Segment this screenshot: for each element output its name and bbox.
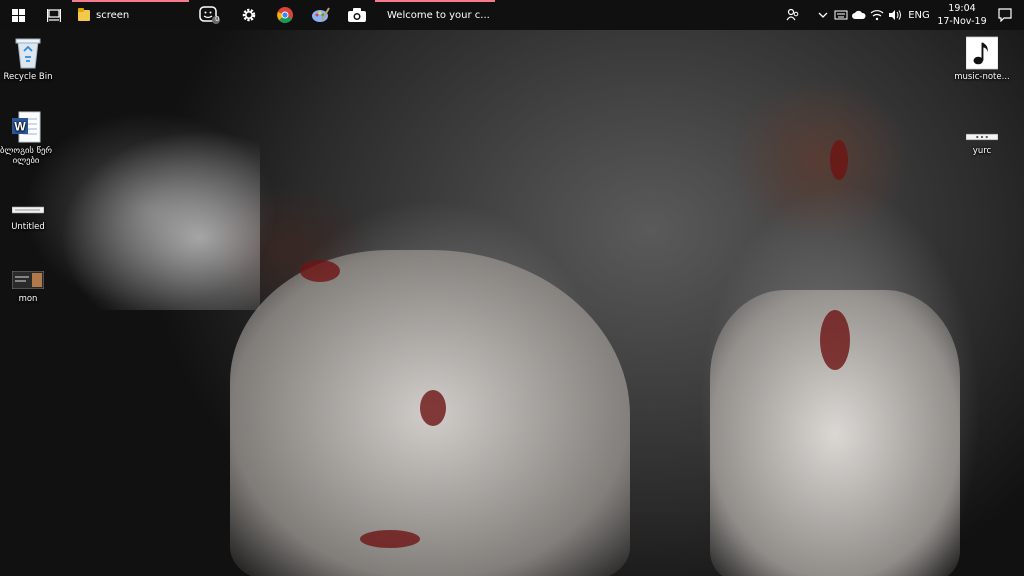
wallpaper-detail [820,310,850,370]
music-note-icon [966,36,998,70]
network-button[interactable] [868,0,886,30]
taskbar-app-chrome-window[interactable]: Welcome to your c... [375,0,495,30]
clock-date: 17-Nov-19 [937,16,987,27]
notification-count-badge: 0 [215,15,220,23]
taskbar: screen 0 Welcome to your c... ENG 19:04 … [0,0,1024,30]
keyboard-tray-button[interactable] [832,0,850,30]
desktop-icon-label: music-note... [954,72,1010,82]
image-file-icon [966,130,998,144]
clock-button[interactable]: 19:04 17-Nov-19 [934,2,990,28]
wallpaper-splash [60,130,260,310]
onedrive-button[interactable] [850,0,868,30]
clock-time: 19:04 [948,3,976,14]
desktop-icon-label: yurc [972,146,992,156]
taskbar-pinned-app[interactable]: 0 [189,0,231,30]
camera-icon [348,8,366,22]
wifi-icon [870,10,884,21]
chrome-pinned-button[interactable] [267,0,303,30]
chrome-icon [277,7,293,23]
wallpaper-detail [300,260,340,282]
settings-button[interactable] [231,0,267,30]
chevron-down-icon [818,12,828,18]
task-view-button[interactable] [36,0,72,30]
desktop-wallpaper [0,30,1024,576]
image-file-icon [12,200,44,220]
desktop-icon-label: Recycle Bin [3,72,53,82]
notification-icon [998,8,1012,22]
image-file-icon [12,268,44,292]
taskbar-app-label: screen [96,9,130,21]
desktop-icon-yurc[interactable]: yurc [952,130,1012,156]
people-button[interactable] [784,0,802,30]
desktop-icon-label: Untitled [11,222,45,232]
input-language-button[interactable]: ENG [904,0,934,30]
task-view-icon [47,8,61,22]
word-document-icon: W [10,110,42,144]
folder-icon [78,8,90,21]
recycle-bin-icon [12,36,44,70]
people-icon [786,8,799,21]
wallpaper-detail [420,390,446,426]
cloud-icon [852,10,866,19]
desktop-icon-mon[interactable]: mon [0,268,58,304]
wallpaper-detail [360,530,420,548]
desktop-icon-word-document[interactable]: W ბლოგის წერილები [0,110,56,166]
desktop-icon-untitled[interactable]: Untitled [0,200,58,232]
camera-app-button[interactable] [339,0,375,30]
paint-palette-icon [312,7,330,22]
system-tray: ENG 19:04 17-Nov-19 [784,0,1024,30]
wallpaper-detail [830,140,848,180]
desktop-icon-music-note[interactable]: music-note... [952,36,1012,82]
speaker-icon [889,10,901,20]
taskbar-app-label: Welcome to your c... [387,9,490,21]
desktop-icon-label: ბლოგის წერილები [0,146,53,166]
start-button[interactable] [0,0,36,30]
keyboard-icon [834,10,848,20]
show-hidden-icons-button[interactable] [814,0,832,30]
desktop-icon-recycle-bin[interactable]: Recycle Bin [0,36,58,82]
action-center-button[interactable] [990,8,1020,22]
volume-button[interactable] [886,0,904,30]
gear-icon [242,8,256,22]
taskbar-app-file-explorer[interactable]: screen [72,0,189,30]
desktop-screen: screen 0 Welcome to your c... ENG 19:04 … [0,0,1024,576]
svg-text:W: W [14,120,26,134]
windows-logo-icon [11,8,25,22]
desktop-icon-label: mon [18,294,38,304]
paint-app-button[interactable] [303,0,339,30]
